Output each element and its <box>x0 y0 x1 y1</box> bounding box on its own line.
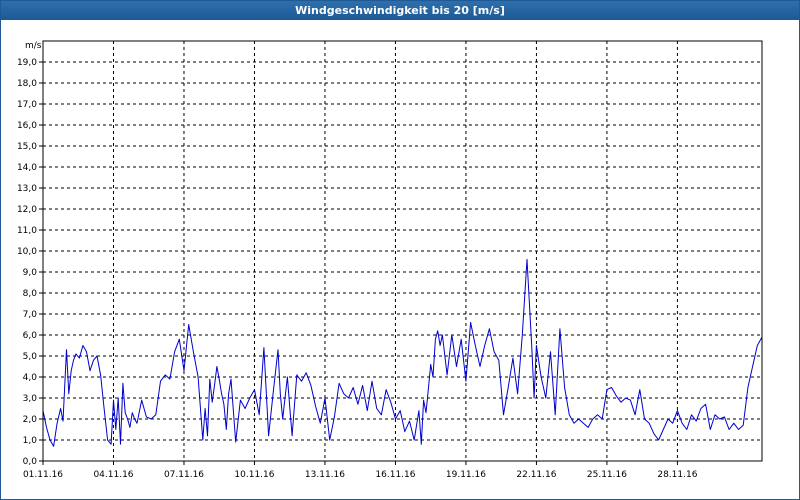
wind-speed-chart: 0,0 1,0 2,0 3,0 4,0 5,0 6,0 7,0 8,0 9,0 10,0 11,0 12… <box>1 21 799 499</box>
y-tick-label: 15,0 <box>17 142 37 152</box>
window-title: Windgeschwindigkeit bis 20 [m/s] <box>1 1 799 20</box>
x-tick-label: 28.11.16 <box>657 470 697 480</box>
y-tick-label: 14,0 <box>17 163 37 173</box>
y-tick-label: 6,0 <box>23 331 38 341</box>
x-tick-label: 10.11.16 <box>234 470 274 480</box>
x-tick-label: 13.11.16 <box>305 470 345 480</box>
y-tick-label: 9,0 <box>23 268 38 278</box>
y-axis-unit-label: m/s <box>25 41 42 51</box>
x-tick-label: 07.11.16 <box>164 470 204 480</box>
y-tick-label: 10,0 <box>17 247 37 257</box>
y-tick-label: 8,0 <box>23 289 38 299</box>
y-tick-label: 13,0 <box>17 184 37 194</box>
x-tick-label: 16.11.16 <box>375 470 415 480</box>
y-tick-label: 7,0 <box>23 310 38 320</box>
y-tick-label: 5,0 <box>23 352 38 362</box>
y-tick-label: 1,0 <box>23 436 38 446</box>
y-tick-label: 0,0 <box>23 457 38 467</box>
x-tick-label: 04.11.16 <box>93 470 133 480</box>
y-tick-label: 17,0 <box>17 100 37 110</box>
y-tick-label: 4,0 <box>23 373 38 383</box>
x-tick-label: 01.11.16 <box>23 470 63 480</box>
chart-window: Windgeschwindigkeit bis 20 [m/s] 0,0 1,0 2… <box>0 0 800 500</box>
y-tick-label: 12,0 <box>17 205 37 215</box>
y-tick-label: 19,0 <box>17 58 37 68</box>
x-tick-label: 22.11.16 <box>516 470 556 480</box>
y-tick-label: 11,0 <box>17 226 37 236</box>
y-tick-label: 18,0 <box>17 79 37 89</box>
y-tick-label: 2,0 <box>23 415 38 425</box>
y-tick-label: 16,0 <box>17 121 37 131</box>
x-tick-label: 19.11.16 <box>446 470 486 480</box>
x-tick-label: 25.11.16 <box>587 470 627 480</box>
y-tick-label: 3,0 <box>23 394 38 404</box>
